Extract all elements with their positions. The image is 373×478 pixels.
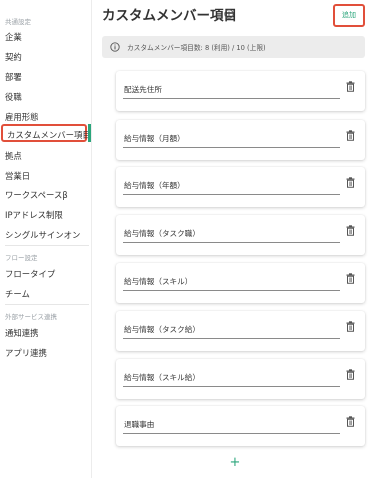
sidebar-item-department[interactable]: 部署 (5, 71, 22, 83)
field-card: 給与情報（年額） (116, 167, 365, 207)
field-underline (123, 338, 340, 339)
trash-icon[interactable] (346, 416, 355, 427)
sidebar-item-flow-type[interactable]: フロータイプ (5, 268, 55, 280)
field-input[interactable]: 給与情報（月額） (124, 133, 185, 144)
sidebar-item-app-integration[interactable]: アプリ連携 (5, 347, 47, 359)
sidebar-item-custom-member-fields[interactable]: カスタムメンバー項目 (1, 124, 91, 142)
trash-icon[interactable] (346, 369, 355, 380)
field-count-banner: カスタムメンバー項目数: 8 (利用) / 10 (上限) (102, 36, 365, 58)
field-card: 退職事由 (116, 406, 365, 446)
sidebar-divider (5, 304, 89, 305)
section-label-external: 外部サービス連携 (5, 313, 57, 321)
field-underline (123, 433, 340, 434)
field-card: 給与情報（月額） (116, 120, 365, 160)
sidebar-item-location[interactable]: 拠点 (5, 150, 22, 162)
trash-icon[interactable] (346, 225, 355, 236)
sidebar-item-ip-restriction[interactable]: IPアドレス制限 (5, 209, 63, 221)
field-card: 給与情報（タスク職） (116, 215, 365, 255)
field-underline (123, 194, 340, 195)
field-input[interactable]: 給与情報（年額） (124, 180, 185, 191)
field-card: 給与情報（スキル給） (116, 359, 365, 399)
field-input[interactable]: 給与情報（タスク職） (124, 228, 200, 239)
field-card: 配送先住所 (116, 71, 365, 111)
sidebar-item-sso[interactable]: シングルサインオン (5, 229, 80, 241)
trash-icon[interactable] (346, 130, 355, 141)
trash-icon[interactable] (346, 177, 355, 188)
field-underline (123, 386, 340, 387)
plus-icon[interactable]: + (229, 456, 241, 470)
section-label-flow: フロー設定 (5, 254, 38, 262)
sidebar: 共通設定 企業 契約 部署 役職 雇用形態 カスタムメンバー項目 拠点 営業日 … (0, 0, 92, 478)
trash-icon[interactable] (346, 81, 355, 92)
field-count-text: カスタムメンバー項目数: 8 (利用) / 10 (上限) (127, 44, 266, 52)
field-card: 給与情報（スキル） (116, 263, 365, 303)
sidebar-item-contract[interactable]: 契約 (5, 51, 22, 63)
sidebar-divider (5, 245, 89, 246)
sidebar-item-employment-type[interactable]: 雇用形態 (5, 111, 39, 123)
page-title: カスタムメンバー項目 (102, 8, 237, 24)
section-label-common: 共通設定 (5, 18, 31, 26)
field-input[interactable]: 退職事由 (124, 419, 154, 430)
field-card: 給与情報（タスク給） (116, 311, 365, 351)
trash-icon[interactable] (346, 321, 355, 332)
trash-icon[interactable] (346, 273, 355, 284)
sidebar-item-notification-integration[interactable]: 通知連携 (5, 327, 39, 339)
sidebar-item-company[interactable]: 企業 (5, 31, 22, 43)
field-underline (123, 242, 340, 243)
sidebar-item-team[interactable]: チーム (5, 288, 30, 300)
active-indicator (88, 124, 91, 142)
field-input[interactable]: 給与情報（スキル） (124, 276, 192, 287)
sidebar-item-business-days[interactable]: 営業日 (5, 170, 30, 182)
add-button[interactable]: 追加 (333, 4, 365, 27)
field-input[interactable]: 配送先住所 (124, 84, 162, 95)
field-input[interactable]: 給与情報（スキル給） (124, 372, 200, 383)
info-icon (224, 9, 234, 19)
field-input[interactable]: 給与情報（タスク給） (124, 324, 200, 335)
field-underline (123, 147, 340, 148)
field-underline (123, 290, 340, 291)
sidebar-item-position[interactable]: 役職 (5, 91, 22, 103)
sidebar-item-workspace[interactable]: ワークスペースβ (5, 189, 68, 201)
info-icon (110, 42, 120, 52)
field-underline (123, 98, 340, 99)
